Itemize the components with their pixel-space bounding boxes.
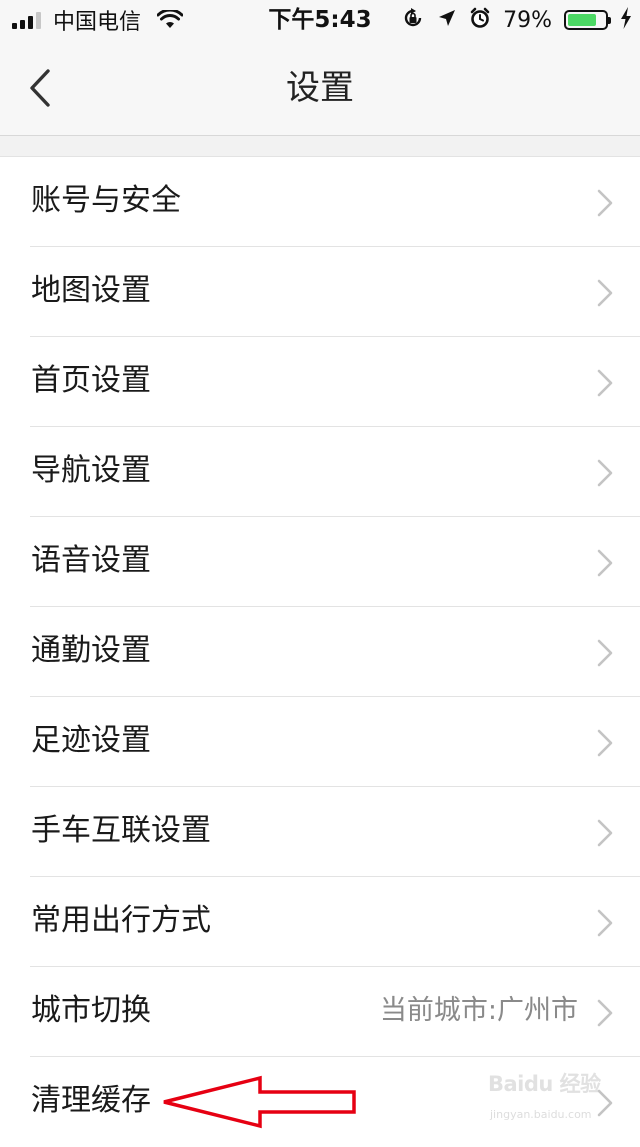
chevron-right-icon (597, 369, 613, 397)
chevron-right-icon (597, 279, 613, 307)
settings-item-label: 手车互联设置 (31, 813, 211, 848)
settings-item-navigation[interactable]: 导航设置 (0, 427, 640, 517)
baidu-jingyan-watermark: Baidu 经验 jingyan.baidu.com (488, 1062, 608, 1130)
settings-item-footprint[interactable]: 足迹设置 (0, 697, 640, 787)
chevron-right-icon (597, 729, 613, 757)
settings-item-label: 导航设置 (31, 453, 151, 488)
page-title: 设置 (286, 68, 354, 108)
settings-item-voice[interactable]: 语音设置 (0, 517, 640, 607)
orientation-lock-icon (401, 6, 425, 34)
settings-item-map[interactable]: 地图设置 (0, 247, 640, 337)
chevron-right-icon (597, 819, 613, 847)
settings-item-commute[interactable]: 通勤设置 (0, 607, 640, 697)
settings-item-phone-car-link[interactable]: 手车互联设置 (0, 787, 640, 877)
chevron-left-icon (30, 69, 50, 107)
charging-bolt-icon (620, 7, 632, 33)
chevron-right-icon (597, 639, 613, 667)
status-bar: 中国电信 下午5:43 79% (0, 0, 640, 40)
back-button[interactable] (18, 64, 62, 112)
settings-item-city-switch[interactable]: 城市切换 当前城市:广州市 (0, 967, 640, 1057)
battery-level-fill (568, 14, 597, 26)
signal-icon (12, 11, 41, 29)
chevron-right-icon (597, 459, 613, 487)
settings-item-label: 清理缓存 (31, 1083, 151, 1118)
status-bar-right: 79% (401, 0, 632, 40)
current-city-value: 当前城市:广州市 (379, 995, 578, 1026)
settings-item-label: 足迹设置 (31, 723, 151, 758)
settings-item-label: 通勤设置 (31, 633, 151, 668)
nav-bar: 设置 (0, 40, 640, 136)
settings-item-label: 地图设置 (31, 273, 151, 308)
settings-item-label: 账号与安全 (31, 183, 181, 218)
status-bar-left: 中国电信 (12, 0, 184, 40)
watermark-brand: Baidu 经验 (488, 1072, 601, 1096)
red-arrow-annotation-icon (163, 1075, 356, 1129)
settings-item-label: 城市切换 (31, 993, 151, 1028)
settings-item-home[interactable]: 首页设置 (0, 337, 640, 427)
location-arrow-icon (437, 8, 457, 32)
settings-item-label: 语音设置 (31, 543, 151, 578)
watermark-url: jingyan.baidu.com (490, 1108, 592, 1121)
chevron-right-icon (597, 999, 613, 1027)
battery-percent: 79% (503, 7, 552, 33)
wifi-icon (157, 10, 184, 30)
settings-item-travel-mode[interactable]: 常用出行方式 (0, 877, 640, 967)
chevron-right-icon (597, 549, 613, 577)
settings-item-account-security[interactable]: 账号与安全 (0, 157, 640, 247)
chevron-right-icon (597, 189, 613, 217)
alarm-icon (469, 7, 491, 33)
chevron-right-icon (597, 909, 613, 937)
battery-icon (564, 10, 611, 30)
carrier-name: 中国电信 (53, 10, 142, 35)
settings-item-label: 常用出行方式 (31, 903, 211, 938)
settings-item-label: 首页设置 (31, 363, 151, 398)
settings-list: 账号与安全 地图设置 首页设置 导航设置 语音设置 通勤设置 足迹设置 手车互联… (0, 156, 640, 1147)
